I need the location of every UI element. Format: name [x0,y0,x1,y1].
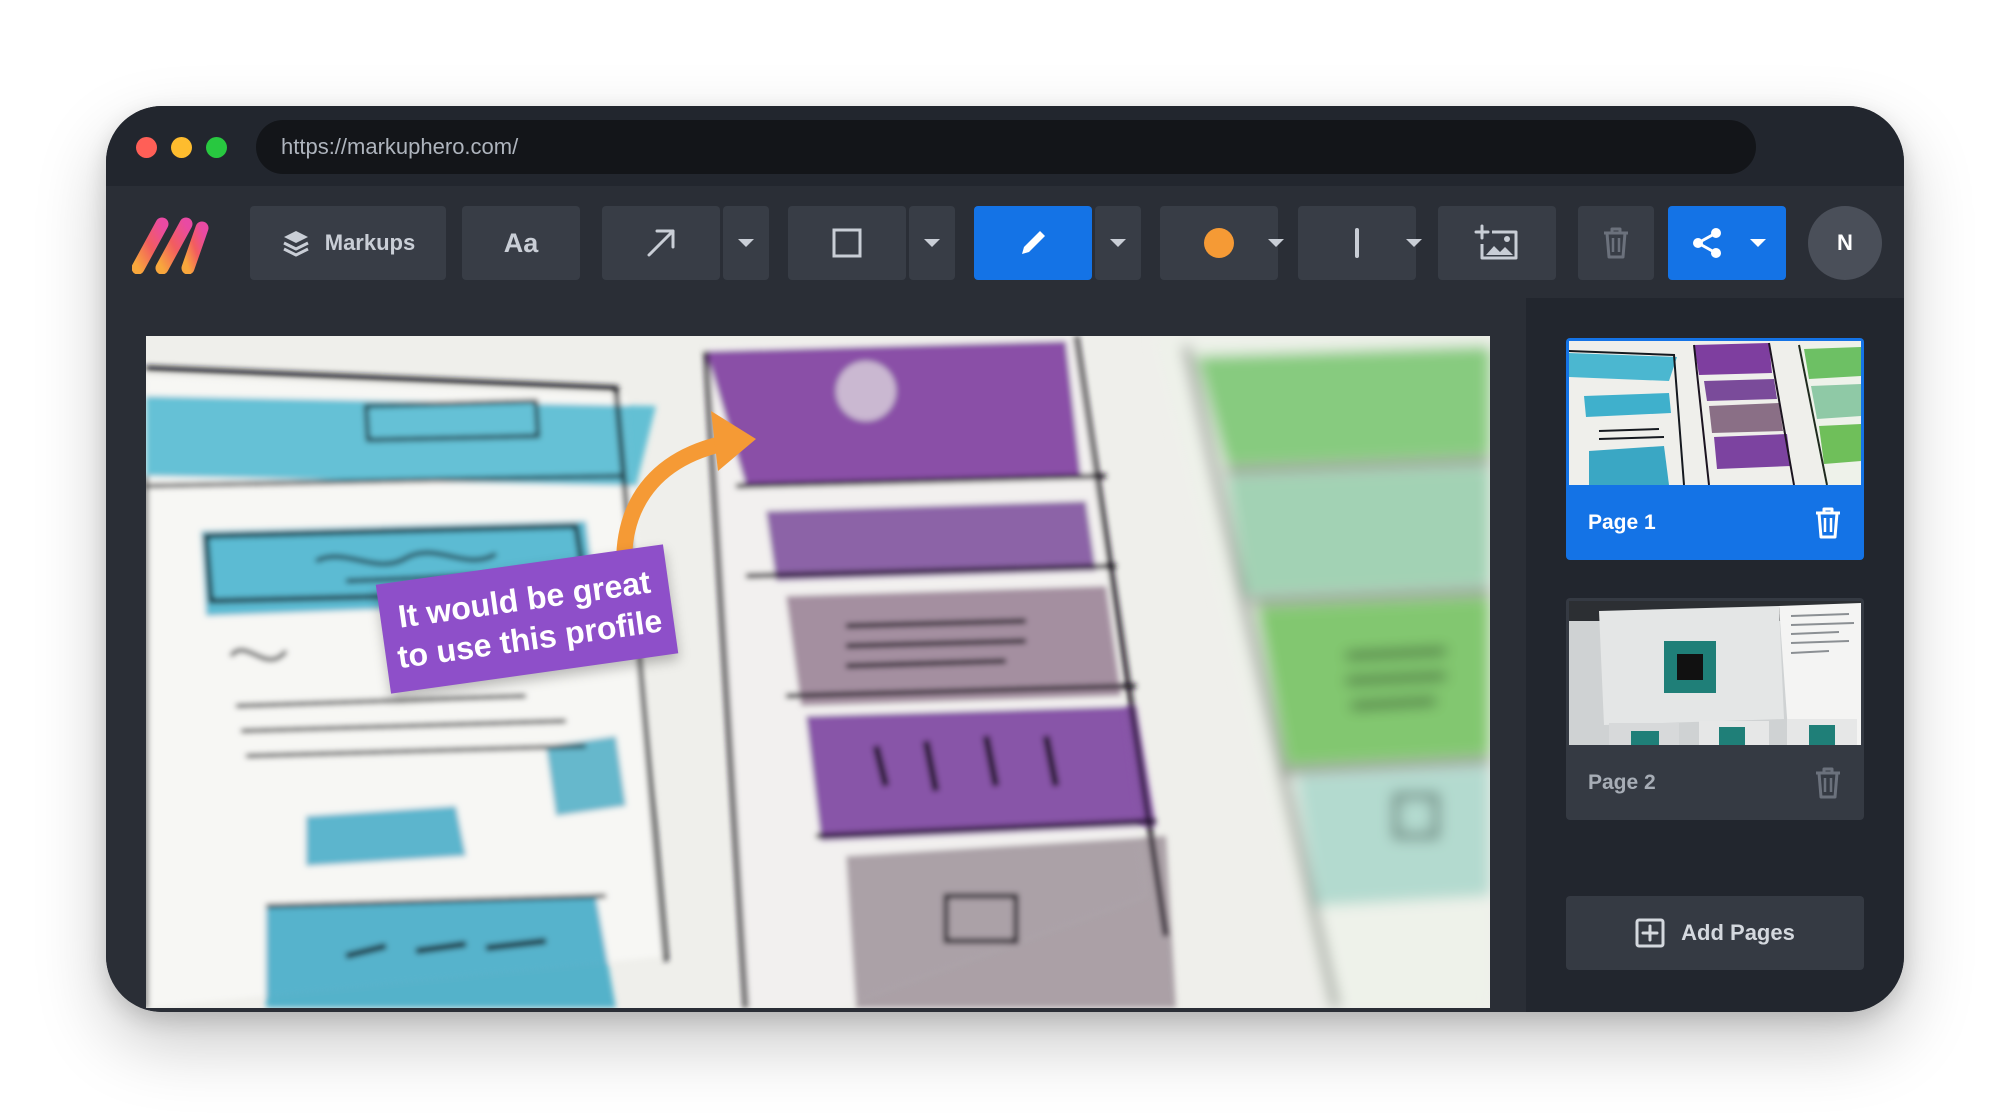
trash-icon [1604,227,1628,259]
delete-button[interactable] [1578,206,1654,280]
shape-options-dropdown[interactable] [909,206,955,280]
text-tool-button[interactable]: Aa [462,206,580,280]
markups-label: Markups [324,230,416,255]
rectangle-icon [832,228,862,258]
page-2-label: Page 2 [1588,770,1656,794]
color-options-dropdown[interactable] [1253,206,1299,280]
trash-icon[interactable] [1814,767,1842,799]
chevron-down-icon [1750,239,1766,247]
trash-icon[interactable] [1814,507,1842,539]
page-thumbnail-1[interactable]: Page 1 [1566,338,1864,560]
page-1-preview [1569,341,1861,485]
page-thumbnail-2[interactable]: Page 2 [1566,598,1864,820]
add-pages-button[interactable]: Add Pages [1566,896,1864,970]
page-2-footer: Page 2 [1566,745,1864,820]
chevron-down-icon [1268,239,1284,247]
page-1-footer: Page 1 [1566,485,1864,560]
markups-button[interactable]: Markups [250,206,446,280]
avatar[interactable]: N [1808,206,1882,280]
pencil-icon [1022,231,1045,254]
canvas-workspace: It would be great to use this profile [106,298,1526,1012]
browser-titlebar: https://markuphero.com/ [106,106,1904,186]
color-swatch [1204,228,1234,258]
add-pages-label: Add Pages [1681,920,1795,945]
chevron-down-icon [738,239,754,247]
stroke-width-icon [1355,228,1359,258]
markuphero-logo-icon[interactable] [132,216,220,274]
rectangle-tool-button[interactable] [788,206,906,280]
page-1-preview-image [1569,341,1861,485]
maximize-window-button[interactable] [206,137,227,158]
wireframe-sketch-image [146,336,1490,1008]
minimize-window-button[interactable] [171,137,192,158]
layers-icon [283,231,309,257]
image-canvas[interactable]: It would be great to use this profile [146,336,1490,1008]
share-button[interactable] [1668,206,1786,280]
chevron-down-icon [1110,239,1126,247]
arrow-tool-button[interactable] [602,206,720,280]
add-image-button[interactable] [1438,206,1556,280]
chevron-down-icon [1406,239,1422,247]
page-2-preview [1569,601,1861,745]
arrow-options-dropdown[interactable] [723,206,769,280]
page-1-label: Page 1 [1588,510,1656,534]
plus-square-icon [1635,918,1665,948]
text-tool-label: Aa [503,227,539,258]
app-window: https://markuphero.com/ Markups Aa N It … [106,106,1904,1012]
chevron-down-icon [924,239,940,247]
pages-sidebar: Page 1 Page 2 Add Pages [1526,298,1904,1012]
arrow-icon [647,229,675,257]
add-image-icon [1474,224,1518,260]
stroke-options-dropdown[interactable] [1391,206,1437,280]
pen-tool-button[interactable] [974,206,1092,280]
pen-options-dropdown[interactable] [1095,206,1141,280]
address-bar[interactable]: https://markuphero.com/ [256,120,1756,174]
editor-toolbar: Markups Aa N [106,186,1904,298]
page-2-preview-image [1569,601,1861,745]
share-icon [1693,228,1721,258]
close-window-button[interactable] [136,137,157,158]
